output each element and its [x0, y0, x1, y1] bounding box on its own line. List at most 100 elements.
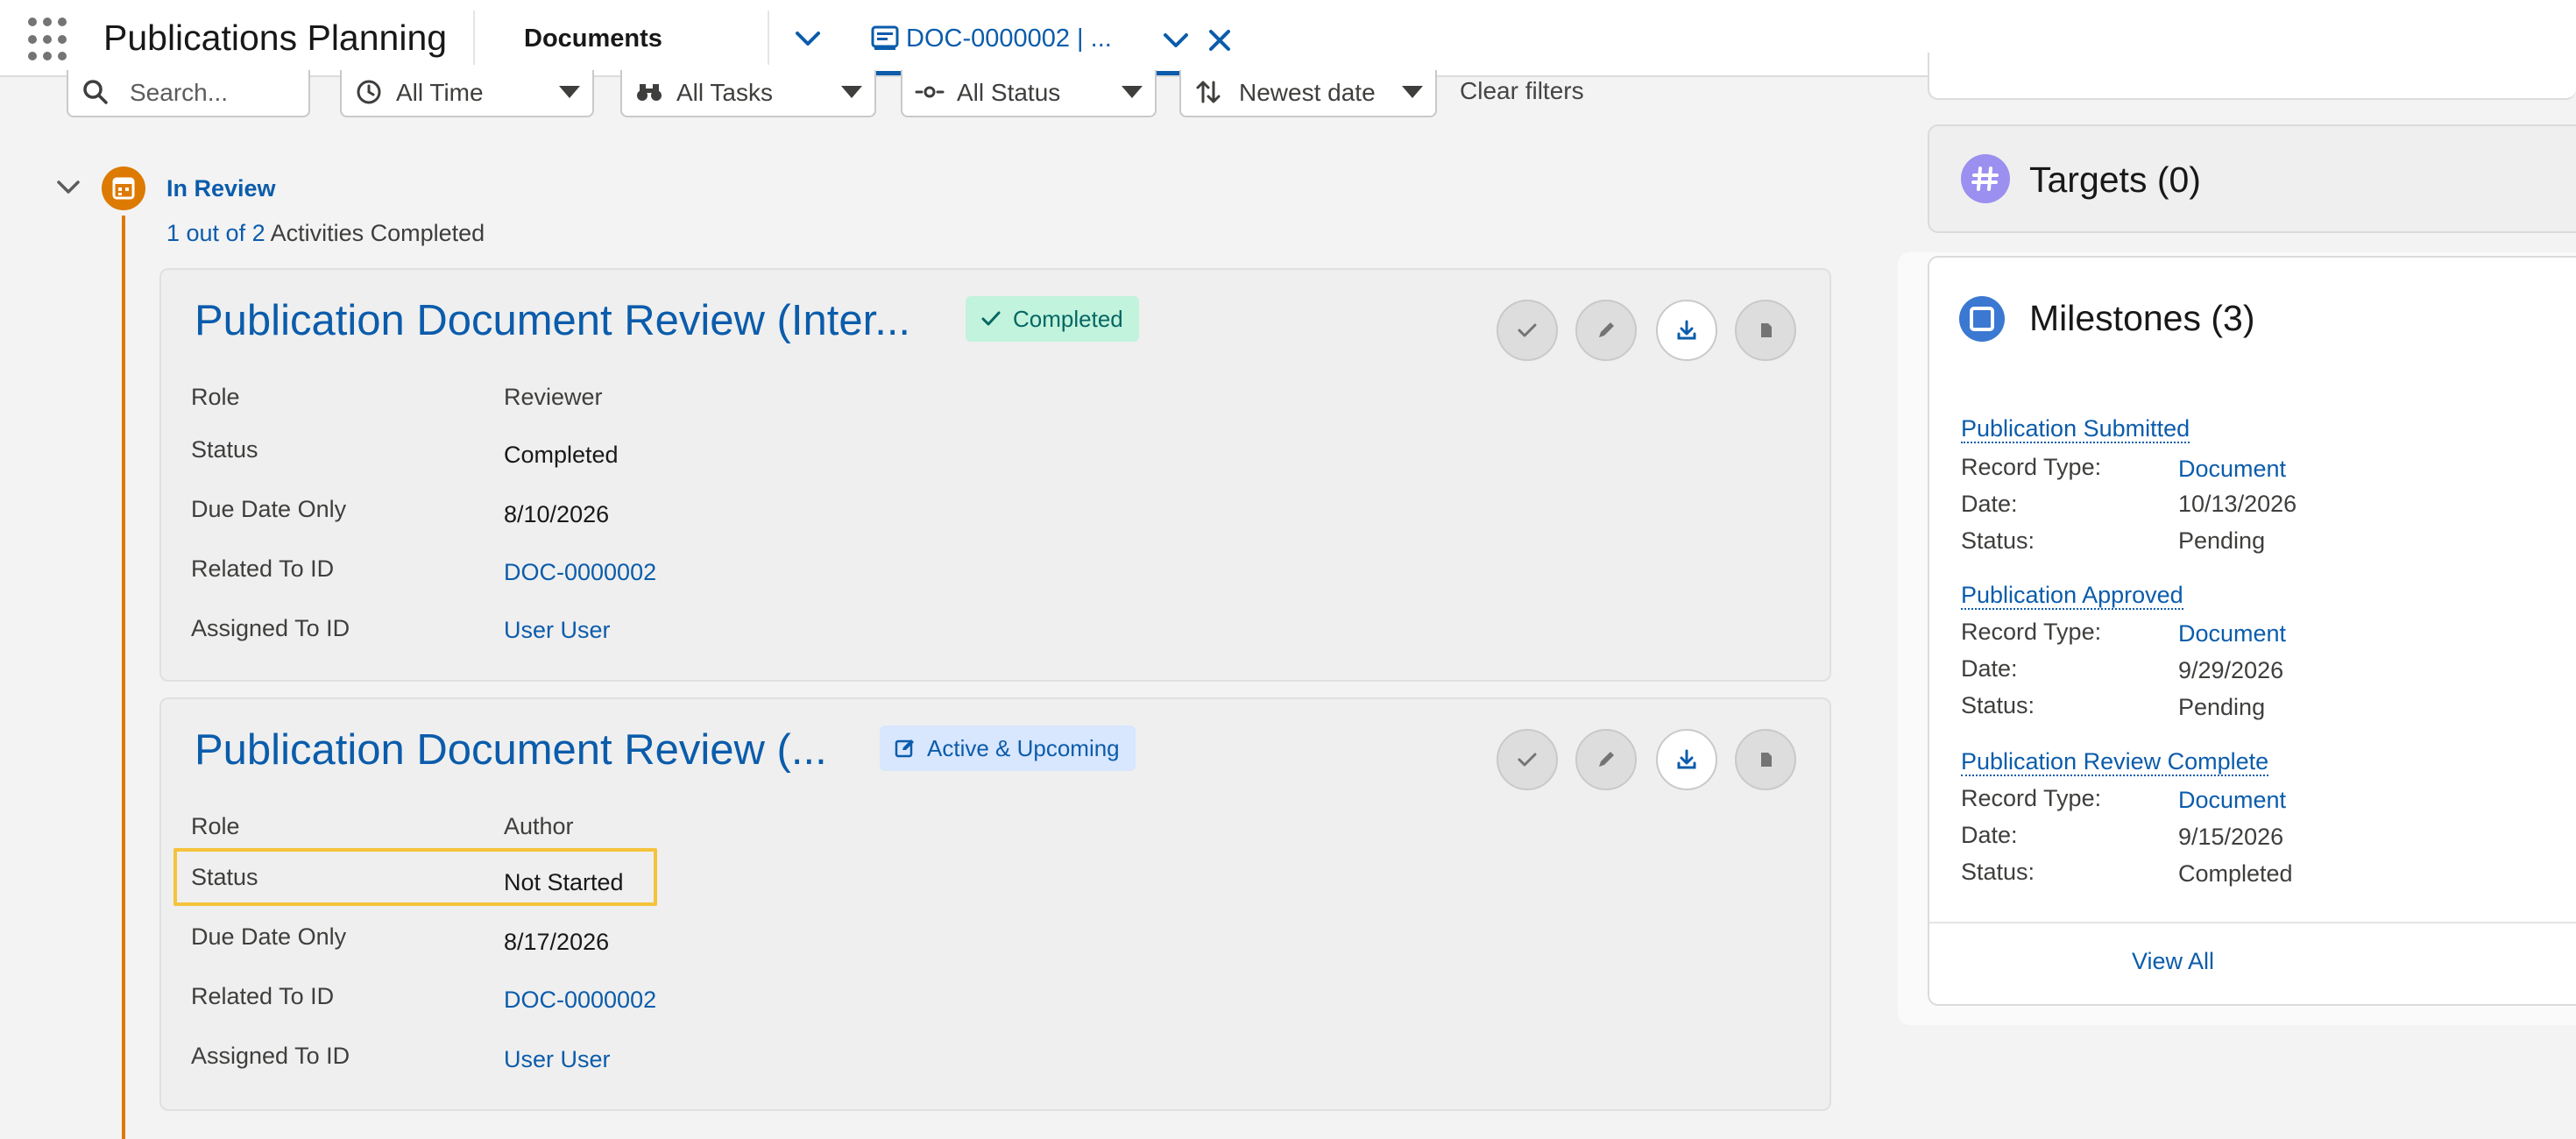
field-value: 8/10/2026 [504, 501, 610, 527]
status-filter-dropdown[interactable]: All Status [901, 70, 1157, 117]
milestone-label: Status: [1961, 527, 2035, 554]
document-button[interactable] [1735, 300, 1796, 361]
app-launcher-icon[interactable] [28, 18, 74, 63]
milestone-label: Record Type: [1961, 454, 2102, 480]
milestone-link[interactable]: Publication Review Complete [1961, 748, 2269, 776]
clock-icon [357, 80, 381, 104]
assigned-user-link[interactable]: User User [504, 1046, 611, 1073]
chevron-down-icon[interactable] [53, 172, 84, 203]
field-label: Related To ID [191, 983, 335, 1009]
stage-title[interactable]: In Review [166, 175, 276, 202]
field-value: 8/17/2026 [504, 929, 610, 955]
time-filter-dropdown[interactable]: All Time [340, 70, 594, 117]
milestone-label: Record Type: [1961, 619, 2102, 645]
download-button[interactable] [1656, 300, 1717, 361]
caret-down-icon [1402, 86, 1423, 98]
caret-down-icon [1122, 86, 1143, 98]
field-label: Assigned To ID [191, 1043, 350, 1069]
milestone-record-type-link[interactable]: Document [2178, 456, 2286, 483]
milestones-panel-wrapper: Milestones (3) Publication Submitted Rec… [1898, 252, 2576, 1025]
chevron-down-icon[interactable] [787, 21, 829, 58]
sort-dropdown[interactable]: Newest date [1179, 70, 1437, 117]
binoculars-icon [637, 84, 662, 101]
check-icon [1518, 323, 1537, 337]
milestone-link[interactable]: Publication Submitted [1961, 415, 2190, 443]
related-panel-bottom-edge [1928, 53, 2576, 100]
milestone-label: Date: [1961, 822, 2018, 848]
progress-text: Activities Completed [265, 220, 485, 246]
assigned-user-link[interactable]: User User [504, 617, 611, 644]
check-icon [1518, 753, 1537, 767]
download-icon [1677, 749, 1696, 769]
complete-button[interactable] [1497, 729, 1558, 790]
nav-divider [473, 11, 475, 65]
pencil-icon [1599, 752, 1614, 767]
status-highlight-box [173, 848, 657, 906]
close-icon[interactable] [1202, 23, 1237, 58]
document-record-icon [871, 25, 899, 50]
search-input[interactable]: Search... [67, 70, 310, 117]
tasks-filter-dropdown[interactable]: All Tasks [620, 70, 876, 117]
status-badge: Completed [966, 296, 1139, 342]
document-icon [1761, 753, 1772, 767]
targets-title[interactable]: Targets (0) [2029, 159, 2201, 201]
milestone-record-type-link[interactable]: Document [2178, 620, 2286, 647]
edit-button[interactable] [1575, 729, 1637, 790]
field-label: Due Date Only [191, 496, 347, 522]
tab-doc-record[interactable]: DOC-0000002 | ... [846, 0, 1256, 75]
milestone-link[interactable]: Publication Approved [1961, 582, 2183, 610]
caret-down-icon [841, 86, 862, 98]
tab-label[interactable]: DOC-0000002 | ... [906, 25, 1112, 53]
milestones-title[interactable]: Milestones (3) [2029, 298, 2254, 339]
field-label: Due Date Only [191, 923, 347, 950]
hashtag-icon [1961, 154, 2010, 203]
activity-card: Publication Document Review (Inter... Co… [159, 268, 1831, 682]
milestone-icon [1959, 296, 2005, 342]
download-button[interactable] [1656, 729, 1717, 790]
search-placeholder: Search... [130, 79, 229, 106]
status-filter-label: All Status [957, 79, 1061, 106]
stage-progress: 1 out of 2 Activities Completed [166, 220, 485, 247]
clear-filters-link[interactable]: Clear filters [1460, 77, 1584, 105]
sort-label: Newest date [1239, 79, 1376, 106]
field-label: Role [191, 813, 240, 839]
field-label: Role [191, 384, 240, 410]
status-badge-label: Active & Upcoming [927, 735, 1120, 761]
app-name: Publications Planning [103, 18, 448, 58]
field-value: Author [504, 813, 574, 839]
related-record-link[interactable]: DOC-0000002 [504, 559, 656, 586]
activity-title[interactable]: Publication Document Review (... [195, 725, 827, 775]
status-badge-label: Completed [1013, 306, 1123, 332]
sort-arrows-icon [1196, 81, 1221, 103]
related-record-link[interactable]: DOC-0000002 [504, 987, 656, 1014]
status-eye-icon [915, 86, 945, 98]
milestone-label: Date: [1961, 655, 2018, 682]
milestone-status: Pending [2178, 527, 2266, 554]
milestone-label: Record Type: [1961, 785, 2102, 811]
document-button[interactable] [1735, 729, 1796, 790]
targets-panel[interactable]: Targets (0) [1928, 124, 2576, 233]
milestone-status: Completed [2178, 860, 2293, 887]
nav-item-documents[interactable]: Documents [524, 25, 662, 53]
field-label: Related To ID [191, 555, 335, 582]
milestones-panel: Milestones (3) Publication Submitted Rec… [1928, 256, 2576, 1006]
view-all-link[interactable]: View All [1929, 948, 2417, 975]
time-filter-label: All Time [396, 79, 484, 106]
field-value: Completed [504, 442, 619, 468]
milestone-label: Status: [1961, 692, 2035, 718]
pencil-icon [1599, 322, 1614, 337]
search-icon [83, 80, 108, 104]
complete-button[interactable] [1497, 300, 1558, 361]
activity-title[interactable]: Publication Document Review (Inter... [195, 296, 910, 345]
tasks-filter-label: All Tasks [676, 79, 773, 106]
milestone-date: 9/29/2026 [2178, 657, 2284, 683]
download-icon [1677, 320, 1696, 340]
milestone-record-type-link[interactable]: Document [2178, 787, 2286, 814]
divider [1929, 922, 2576, 923]
check-icon [981, 311, 1001, 326]
milestone-date: 10/13/2026 [2178, 491, 2297, 517]
field-label: Assigned To ID [191, 615, 350, 641]
chevron-down-icon[interactable] [1158, 23, 1193, 58]
progress-count-link[interactable]: 1 out of 2 [166, 220, 265, 246]
edit-button[interactable] [1575, 300, 1637, 361]
